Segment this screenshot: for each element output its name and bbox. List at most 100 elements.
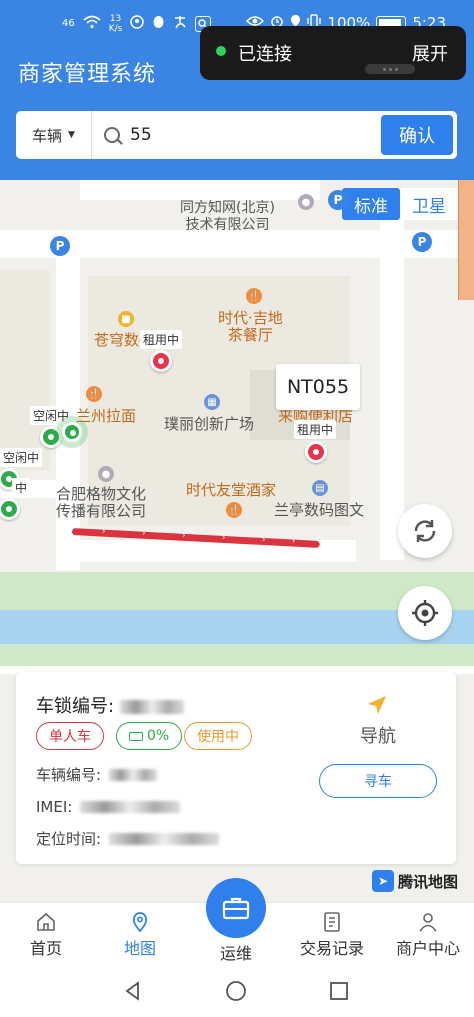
building-block (458, 180, 474, 300)
app-header: 46 13 K/s 100% 5:23 商家管理系统 已连接 展开 车辆 ▼ 5… (0, 0, 474, 180)
shop-icon: ■ (118, 311, 134, 327)
expand-button[interactable]: 展开 (412, 40, 448, 66)
status-tag: 使用中 (184, 722, 252, 750)
bike-type-tag: 单人车 (36, 722, 104, 750)
tab-map-label: 地图 (123, 939, 156, 958)
bike-marker-idle[interactable] (40, 426, 62, 448)
tab-transactions-label: 交易记录 (299, 939, 364, 958)
poi-label: 兰州拉面 (76, 407, 137, 425)
map-type-standard[interactable]: 标准 (342, 188, 400, 220)
tab-ops-label: 运维 (219, 944, 252, 963)
marker-status-tag: 租用中 (294, 420, 337, 439)
poi-company-icon: ● (298, 194, 314, 210)
home-icon (37, 912, 55, 931)
tab-home-label: 首页 (29, 939, 62, 958)
building-icon: ▦ (204, 394, 220, 410)
poi-label: 时代·吉地 茶餐厅 (218, 309, 283, 344)
bike-marker-idle[interactable] (0, 498, 20, 520)
tab-ops[interactable] (206, 878, 266, 938)
user-icon (419, 913, 437, 932)
caret-down-icon: ▼ (68, 130, 75, 140)
recents-icon[interactable] (328, 980, 350, 1002)
poi-label: 兰亭数码图文 (274, 501, 365, 519)
map-type-satellite[interactable]: 卫星 (400, 188, 458, 220)
bike-marker-selected[interactable] (305, 441, 327, 463)
confirm-button[interactable]: 确认 (381, 115, 453, 155)
net-speed-value: 13 (109, 14, 122, 24)
drag-handle-icon[interactable] (365, 64, 415, 74)
vehicle-type-select[interactable]: 车辆 ▼ (16, 111, 92, 159)
location-time-label: 定位时间: (36, 830, 102, 848)
vehicle-type-value: 车辆 (32, 126, 63, 145)
marker-status-tag: 租用中 (140, 330, 183, 349)
net-speed: 13 K/s (109, 14, 123, 34)
tab-merchant-label: 商户中心 (395, 939, 460, 958)
receipt-icon (324, 912, 340, 932)
marker-status-tag: 空闲中 (0, 448, 43, 467)
tab-map[interactable]: 地图 (100, 911, 180, 959)
restaurant-icon: 🍴 (226, 502, 242, 518)
connection-status-text: 已连接 (238, 44, 292, 65)
print-shop-icon: ▤ (312, 480, 328, 496)
restaurant-icon: 🍴 (246, 288, 262, 304)
tencent-map-logo: ➤ 腾讯地图 (372, 870, 458, 892)
tab-home[interactable]: 首页 (6, 911, 86, 959)
back-icon[interactable] (122, 980, 144, 1002)
find-vehicle-button[interactable]: 寻车 (319, 764, 437, 798)
redacted-value (109, 832, 220, 845)
vehicle-number-row: 车辆编号: (36, 764, 158, 785)
parking-icon: P (50, 236, 70, 256)
lock-number: 车锁编号: (36, 692, 184, 718)
status-left: 46 13 K/s (62, 14, 212, 34)
restaurant-icon: 🍴 (86, 386, 102, 402)
parking-icon: P (412, 232, 432, 252)
tencent-map-icon: ➤ (372, 870, 394, 892)
bike-marker-rented[interactable] (150, 350, 172, 372)
selected-bike-label: NT055 (276, 364, 360, 410)
locate-me-button[interactable] (398, 586, 452, 640)
connected-indicator-icon (216, 46, 226, 56)
home-circle-icon[interactable] (225, 980, 247, 1002)
search-input[interactable] (120, 111, 381, 159)
vehicle-number-label: 车辆编号: (36, 766, 102, 784)
battery-tag: 0% (116, 722, 183, 750)
location-time-row: 定位时间: (36, 828, 220, 849)
poi-label: 合肥格物文化 传播有限公司 (56, 485, 147, 520)
lock-number-label: 车锁编号: (36, 696, 115, 717)
tab-transactions[interactable]: 交易记录 (292, 911, 372, 959)
map-provider: 腾讯地图 (398, 872, 459, 891)
green-belt (0, 644, 474, 666)
road (80, 180, 320, 200)
connection-status-pill[interactable]: 已连接 展开 (200, 26, 466, 80)
wifi-icon (83, 15, 101, 33)
briefcase-icon (222, 897, 250, 920)
qq-icon (152, 15, 165, 34)
poi-label: 璞丽创新广场 (164, 415, 255, 433)
lock-info-card: 车锁编号: 单人车 0% 使用中 导航 车辆编号: IMEI: 定位时间: 寻车 (16, 672, 456, 864)
refresh-icon (414, 520, 436, 542)
refresh-button[interactable] (398, 504, 452, 558)
navigation-arrow-icon[interactable] (366, 694, 388, 716)
poi-label: 时代友堂酒家 (186, 481, 277, 499)
redacted-value (119, 700, 184, 714)
imei-row: IMEI: (36, 798, 181, 816)
marker-status-tag: 空闲中 (30, 406, 73, 425)
alipay-icon (173, 15, 187, 33)
marker-status-tag: 中 (12, 478, 31, 497)
navigate-button[interactable]: 导航 (360, 722, 396, 748)
system-nav-bar (0, 966, 474, 1017)
road (380, 200, 404, 560)
battery-small-icon (129, 731, 143, 741)
bike-marker-idle[interactable] (62, 422, 82, 442)
poi-company-icon: ● (98, 466, 114, 482)
redacted-value (80, 801, 181, 813)
redacted-value (109, 768, 158, 781)
search-icon (104, 127, 120, 143)
net-speed-unit: K/s (108, 24, 123, 34)
battery-tag-value: 0% (147, 728, 170, 744)
map-pin-icon (132, 912, 148, 933)
cellular-signal-icon: 46 (62, 18, 75, 29)
shield-icon (130, 15, 145, 33)
tab-merchant[interactable]: 商户中心 (388, 911, 468, 959)
crosshair-icon (412, 600, 438, 626)
